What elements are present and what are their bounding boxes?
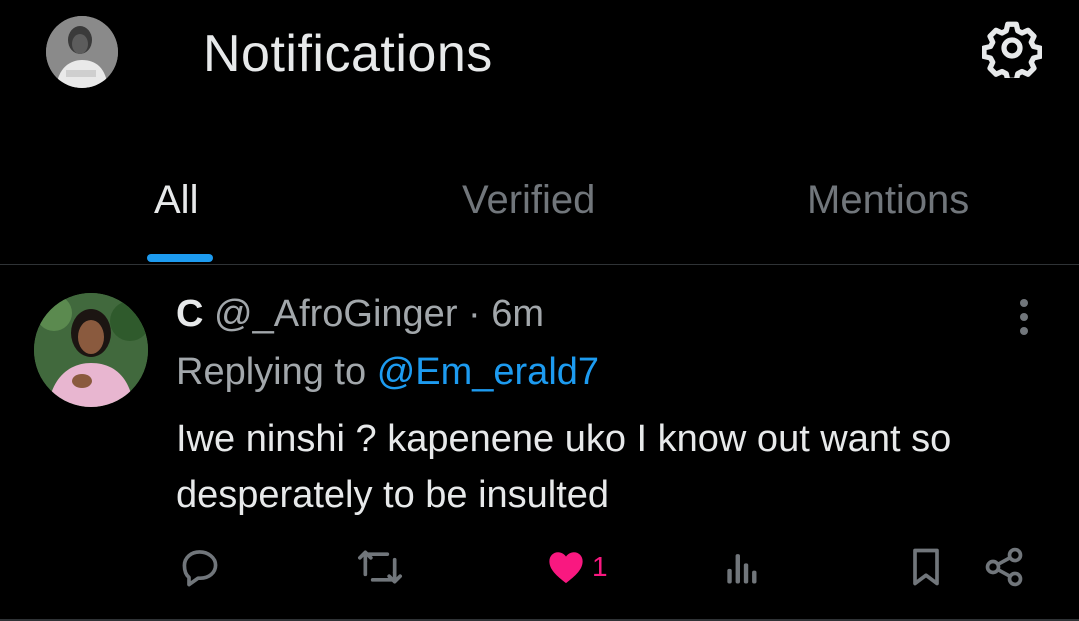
author-avatar-image [34,293,148,407]
tab-bar: All Verified Mentions [0,160,1079,264]
tab-verified-label: Verified [462,178,596,222]
bookmark-icon[interactable] [906,545,946,595]
reply-icon[interactable] [178,545,222,595]
notifications-screen: Notifications All Verified Mentions C @_… [0,0,1079,621]
post-header: C @_AfroGinger · 6m [176,293,544,336]
tab-mentions[interactable]: Mentions [780,160,1030,264]
heart-icon[interactable] [545,545,589,595]
share-icon[interactable] [982,545,1026,595]
author-handle[interactable]: @_AfroGinger [214,293,457,335]
separator-dot: · [468,293,481,335]
replying-to-handle[interactable]: @Em_erald7 [377,351,599,393]
page-title: Notifications [203,25,493,83]
post-time: 6m [491,293,545,335]
notification-post[interactable]: C @_AfroGinger · 6m Replying to @Em_eral… [0,265,1079,619]
views-icon[interactable] [722,545,762,595]
more-options-icon[interactable] [1004,295,1044,339]
tab-all-label: All [154,178,199,222]
author-name[interactable]: C [176,293,203,335]
repost-icon[interactable] [356,545,404,595]
like-count: 1 [592,551,608,582]
author-avatar[interactable] [34,293,148,407]
replying-to-label: Replying to [176,351,367,393]
tab-verified[interactable]: Verified [430,160,650,264]
post-text: Iwe ninshi ? kapenene uko I know out wan… [176,418,952,516]
header: Notifications [0,0,1079,110]
profile-avatar-image [46,16,118,88]
gear-icon[interactable] [981,18,1043,83]
active-tab-indicator [147,254,213,262]
post-actions: 1 [0,545,1079,595]
tab-mentions-label: Mentions [807,178,970,222]
replying-to: Replying to @Em_erald7 [176,351,599,394]
tab-all[interactable]: All [120,160,240,264]
profile-avatar[interactable] [46,16,118,88]
